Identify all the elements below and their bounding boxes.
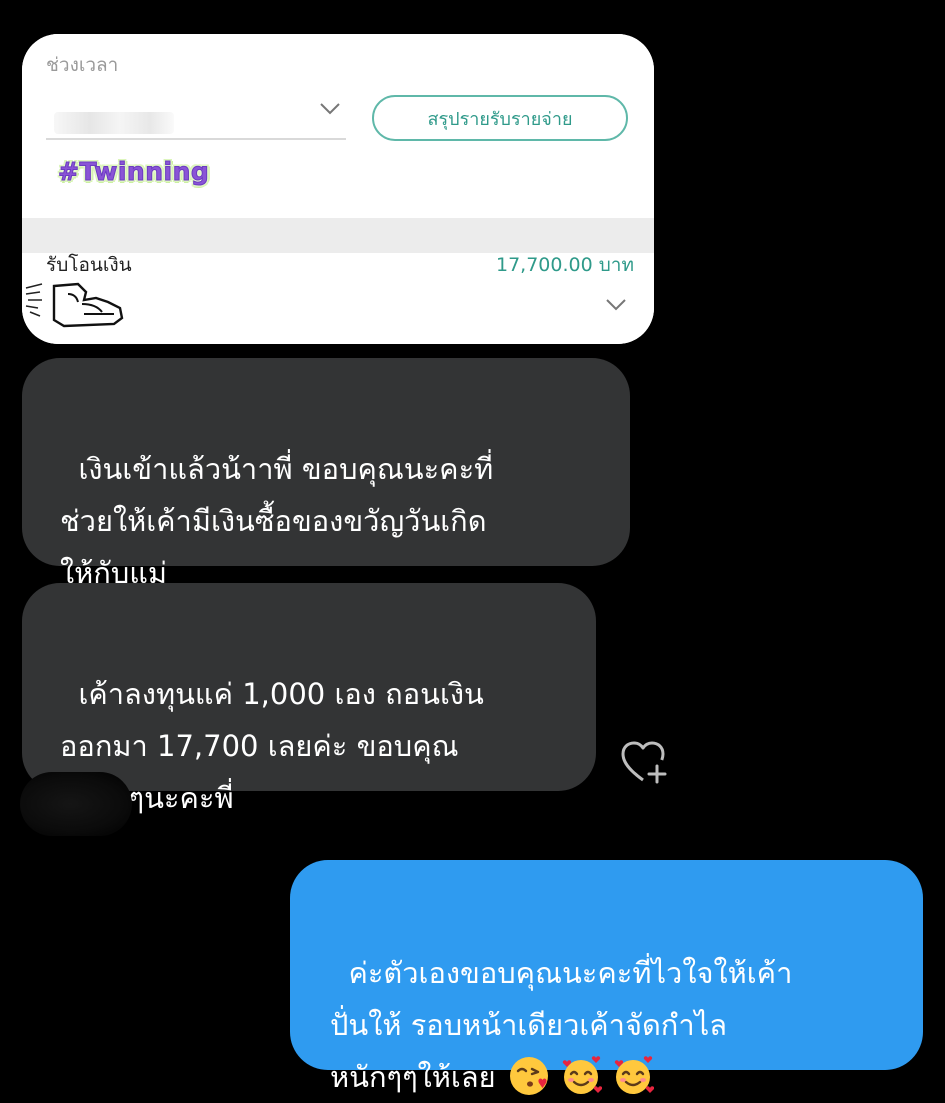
transfer-label: รับโอนเงิน [46,254,132,276]
avatar[interactable] [20,772,132,836]
face-blowing-kiss-icon [509,1057,548,1095]
period-dropdown-underline [46,138,346,140]
chevron-down-icon[interactable] [604,292,628,316]
emoji-row [508,1055,654,1097]
chevron-down-icon[interactable] [318,96,342,120]
summary-button[interactable]: สรุปรายรับรายจ่าย [372,95,628,141]
smiling-face-with-hearts-icon [614,1056,654,1094]
shared-image-card[interactable]: ช่วงเวลา สรุปรายรับรายจ่าย #Twinning รับ… [22,34,654,344]
card-separator [22,218,654,253]
message-text: เงินเข้าแล้วน้าาพี่ ขอบคุณนะคะที่ ช่วยให… [60,452,494,590]
incoming-message-bubble[interactable]: เงินเข้าแล้วน้าาพี่ ขอบคุณนะคะที่ ช่วยให… [22,358,630,590]
outgoing-message-bubble[interactable]: ค่ะตัวเองขอบคุณนะคะที่ไวใจให้เค้า ปั่นให… [290,860,923,1095]
period-label: ช่วงเวลา [46,54,119,76]
incoming-message-bubble[interactable]: เค้าลงทุนแค่ 1,000 เอง ถอนเงิน ออกมา 17,… [22,583,596,815]
heart-plus-icon[interactable] [619,740,671,784]
period-value-blurred [54,112,174,134]
transfer-amount: 17,700.00 บาท [496,254,634,276]
hand-doodle-sticker [25,282,124,328]
smiling-face-with-hearts-icon [562,1056,602,1094]
twinning-sticker: #Twinning [57,157,210,187]
